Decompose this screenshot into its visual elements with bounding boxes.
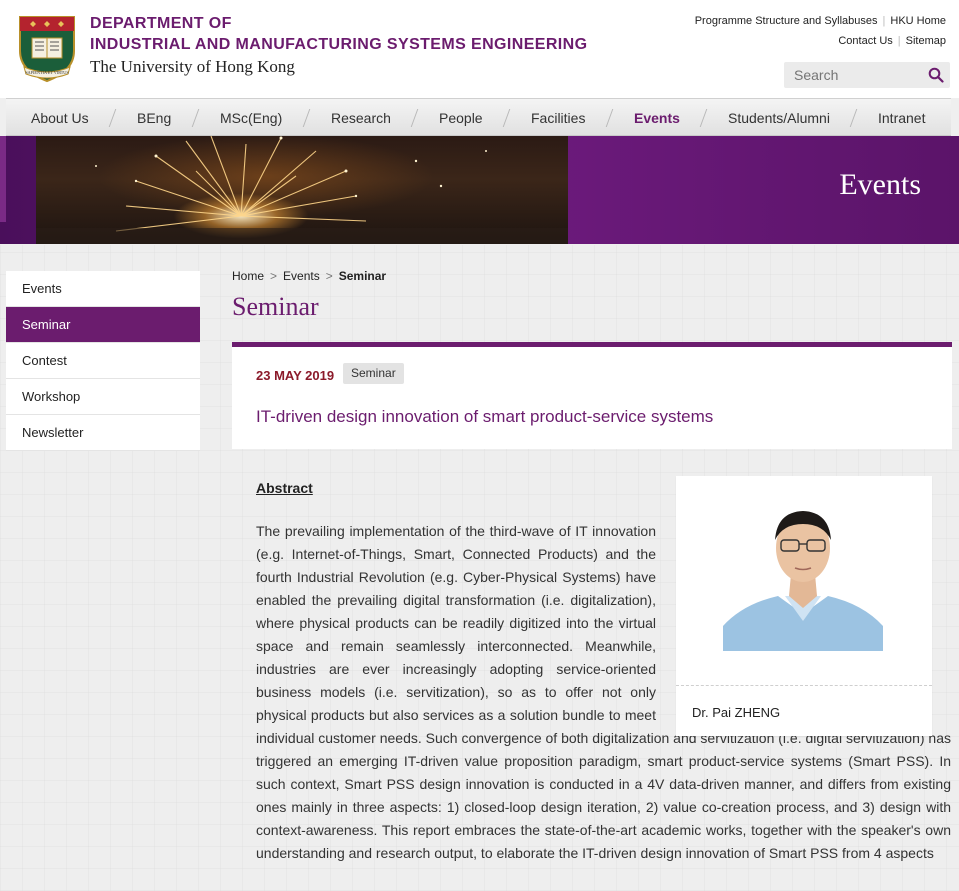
dept-name-line1[interactable]: DEPARTMENT OF — [90, 15, 232, 33]
nav-facilities[interactable]: Facilities — [531, 110, 585, 126]
site-header: SAPIENTIA ET VIRTUS DEPARTMENT OF INDUST… — [0, 0, 959, 98]
utility-links: Programme Structure and Syllabuses | HKU H… — [695, 15, 946, 55]
nav-separator — [302, 109, 311, 127]
breadcrumb-home[interactable]: Home — [232, 269, 264, 283]
nav-separator — [699, 109, 708, 127]
breadcrumb-separator: > — [270, 269, 278, 283]
banner-accent-strip — [0, 136, 6, 222]
crest-motto: SAPIENTIA ET VIRTUS — [25, 70, 69, 75]
nav-separator — [191, 109, 200, 127]
search-box — [784, 62, 950, 88]
hku-crest-logo[interactable]: SAPIENTIA ET VIRTUS — [16, 11, 78, 83]
breadcrumb-separator: > — [325, 269, 333, 283]
banner-title: Events — [839, 168, 921, 201]
abstract-heading: Abstract — [256, 480, 313, 496]
sidebar-item-contest[interactable]: Contest — [6, 343, 200, 379]
banner-sparks-image — [36, 136, 568, 244]
nav-beng[interactable]: BEng — [137, 110, 171, 126]
section-sidebar: Events Seminar Contest Workshop Newslett… — [6, 271, 200, 451]
main-nav: About Us BEng MSc(Eng) Research People F… — [6, 98, 951, 136]
breadcrumb-current: Seminar — [338, 269, 387, 283]
nav-research[interactable]: Research — [331, 110, 391, 126]
link-sitemap[interactable]: Sitemap — [906, 35, 946, 47]
nav-separator — [108, 109, 117, 127]
nav-students-alumni[interactable]: Students/Alumni — [728, 110, 830, 126]
event-date: 23 MAY 2019 — [256, 368, 335, 383]
event-category-tag[interactable]: Seminar — [343, 363, 404, 384]
nav-separator — [849, 109, 858, 127]
page-title: Seminar — [232, 292, 319, 321]
speaker-card: Dr. Pai ZHENG — [676, 476, 932, 736]
speaker-divider — [676, 685, 932, 686]
link-contact-us[interactable]: Contact Us — [838, 35, 892, 47]
speaker-name: Dr. Pai ZHENG — [692, 705, 781, 720]
sidebar-item-seminar[interactable]: Seminar — [6, 307, 200, 343]
sidebar-item-workshop[interactable]: Workshop — [6, 379, 200, 415]
nav-separator — [605, 109, 614, 127]
breadcrumb: Home > Events > Seminar — [232, 269, 386, 283]
nav-events[interactable]: Events — [634, 110, 680, 126]
event-header-card: 23 MAY 2019 Seminar IT-driven design inn… — [232, 342, 952, 449]
search-input[interactable] — [784, 62, 914, 88]
nav-intranet[interactable]: Intranet — [878, 110, 925, 126]
event-title: IT-driven design innovation of smart pro… — [256, 407, 714, 426]
link-hku-home[interactable]: HKU Home — [890, 15, 946, 27]
nav-separator — [502, 109, 511, 127]
nav-people[interactable]: People — [439, 110, 483, 126]
dept-name-line2[interactable]: INDUSTRIAL AND MANUFACTURING SYSTEMS ENG… — [90, 36, 587, 54]
speaker-photo — [723, 496, 883, 651]
link-separator: | — [897, 35, 901, 47]
sidebar-item-events[interactable]: Events — [6, 271, 200, 307]
nav-about-us[interactable]: About Us — [31, 110, 89, 126]
nav-msc-eng[interactable]: MSc(Eng) — [220, 110, 282, 126]
sidebar-item-newsletter[interactable]: Newsletter — [6, 415, 200, 451]
page-banner: Events — [0, 136, 959, 244]
nav-separator — [410, 109, 419, 127]
sparks-graphic — [36, 136, 568, 244]
search-icon[interactable] — [928, 67, 944, 83]
breadcrumb-events[interactable]: Events — [283, 269, 320, 283]
university-name[interactable]: The University of Hong Kong — [90, 57, 295, 77]
link-separator: | — [882, 15, 886, 27]
link-programme-structure[interactable]: Programme Structure and Syllabuses — [695, 15, 878, 27]
